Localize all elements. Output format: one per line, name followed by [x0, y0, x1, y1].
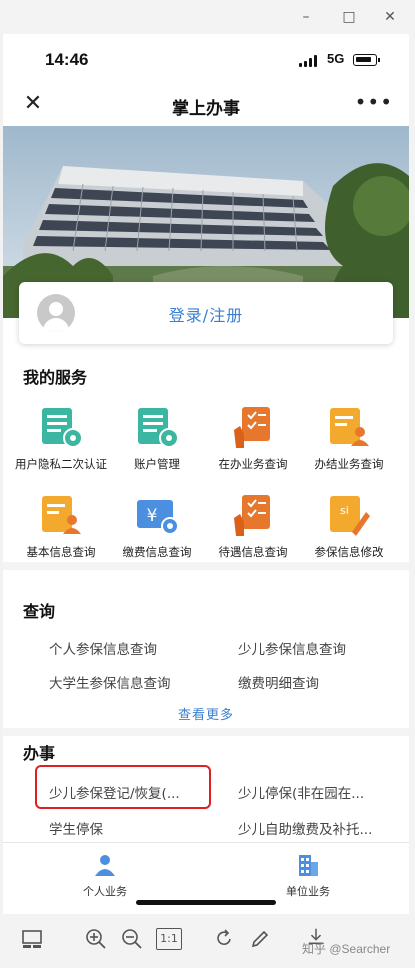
service-label: 账户管理 [134, 457, 180, 471]
query-item[interactable]: 个人参保信息查询 [49, 638, 157, 658]
window-close-button[interactable]: ✕ [381, 8, 399, 26]
scrollbar[interactable] [409, 34, 415, 914]
service-account-management[interactable]: 账户管理 [107, 404, 207, 473]
affairs-item[interactable]: 少儿停保(非在园在... [238, 782, 364, 802]
minimize-button[interactable]: – [297, 8, 315, 26]
query-item[interactable]: 少儿参保信息查询 [238, 638, 346, 658]
home-indicator[interactable] [136, 900, 276, 905]
nav-bar: ✕ 掌上办事 ••• [3, 86, 409, 126]
doc-gear-icon [38, 404, 84, 450]
service-label: 缴费信息查询 [122, 545, 192, 559]
section-divider [3, 728, 409, 736]
person-icon [93, 853, 117, 877]
service-label: 待遇信息查询 [218, 545, 288, 559]
see-more-link[interactable]: 查看更多 [3, 704, 409, 723]
building-icon [296, 853, 320, 877]
edit-pencil-icon[interactable] [248, 928, 272, 952]
hand-checklist-icon [230, 404, 276, 450]
actual-size-button[interactable]: 1:1 [156, 928, 182, 950]
thumbnail-icon[interactable] [20, 928, 44, 952]
service-basic-info-query[interactable]: 基本信息查询 [11, 492, 111, 561]
service-insurance-modify[interactable]: si 参保信息修改 [299, 492, 399, 561]
service-privacy-auth[interactable]: 用户隐私二次认证 [11, 404, 111, 473]
hand-checklist-icon [230, 492, 276, 538]
affairs-item[interactable]: 学生停保 [49, 818, 103, 838]
service-label: 办结业务查询 [314, 457, 384, 471]
rotate-icon[interactable] [212, 928, 236, 952]
svg-text:si: si [340, 504, 349, 517]
login-register-link[interactable]: 登录/注册 [19, 302, 393, 326]
doc-gear-icon [134, 404, 180, 450]
my-services-title: 我的服务 [23, 368, 88, 387]
page-title: 掌上办事 [172, 99, 240, 119]
zoom-in-icon[interactable] [84, 928, 108, 952]
query-item[interactable]: 缴费明细查询 [238, 672, 319, 692]
affairs-item[interactable]: 少儿自助缴费及补托... [238, 818, 372, 838]
service-completed-query[interactable]: 办结业务查询 [299, 404, 399, 473]
tab-label: 个人业务 [83, 885, 127, 898]
service-benefit-query[interactable]: 待遇信息查询 [203, 492, 303, 561]
si-pencil-icon: si [326, 492, 372, 538]
service-in-progress-query[interactable]: 在办业务查询 [203, 404, 303, 473]
status-bar: 14:46 5G [3, 34, 409, 86]
affairs-title: 办事 [23, 744, 56, 763]
status-time: 14:46 [45, 50, 89, 69]
query-item[interactable]: 大学生参保信息查询 [49, 672, 171, 692]
service-label: 在办业务查询 [218, 457, 288, 471]
query-title: 查询 [23, 602, 56, 621]
signal-icon [299, 55, 321, 67]
watermark-text: 知乎 @Searcher [302, 942, 391, 956]
doc-person-icon [326, 404, 372, 450]
service-label: 用户隐私二次认证 [15, 457, 107, 471]
viewer-toolbar: 1:1 知乎 @Searcher [0, 914, 415, 968]
tab-personal[interactable]: 个人业务 [45, 853, 165, 899]
phone-screen: 14:46 5G ✕ 掌上办事 ••• 登录/注册 我的服务 用户隐私二次认证 … [3, 34, 409, 914]
yen-gear-icon: ¥ [134, 492, 180, 538]
service-payment-query[interactable]: ¥ 缴费信息查询 [107, 492, 207, 561]
section-divider [3, 562, 409, 570]
affairs-item[interactable]: 少儿参保登记/恢复(... [49, 782, 180, 802]
network-type: 5G [327, 51, 345, 66]
more-icon[interactable]: ••• [355, 90, 393, 114]
login-card[interactable]: 登录/注册 [19, 282, 393, 344]
battery-icon [353, 54, 380, 66]
tab-label: 单位业务 [286, 885, 330, 898]
service-label: 参保信息修改 [314, 545, 384, 559]
svg-text:¥: ¥ [147, 506, 158, 526]
maximize-button[interactable]: □ [340, 8, 358, 26]
doc-person-icon [38, 492, 84, 538]
tab-unit[interactable]: 单位业务 [248, 853, 368, 899]
service-label: 基本信息查询 [26, 545, 96, 559]
zoom-out-icon[interactable] [120, 928, 144, 952]
window-title-bar: – □ ✕ [0, 0, 415, 34]
